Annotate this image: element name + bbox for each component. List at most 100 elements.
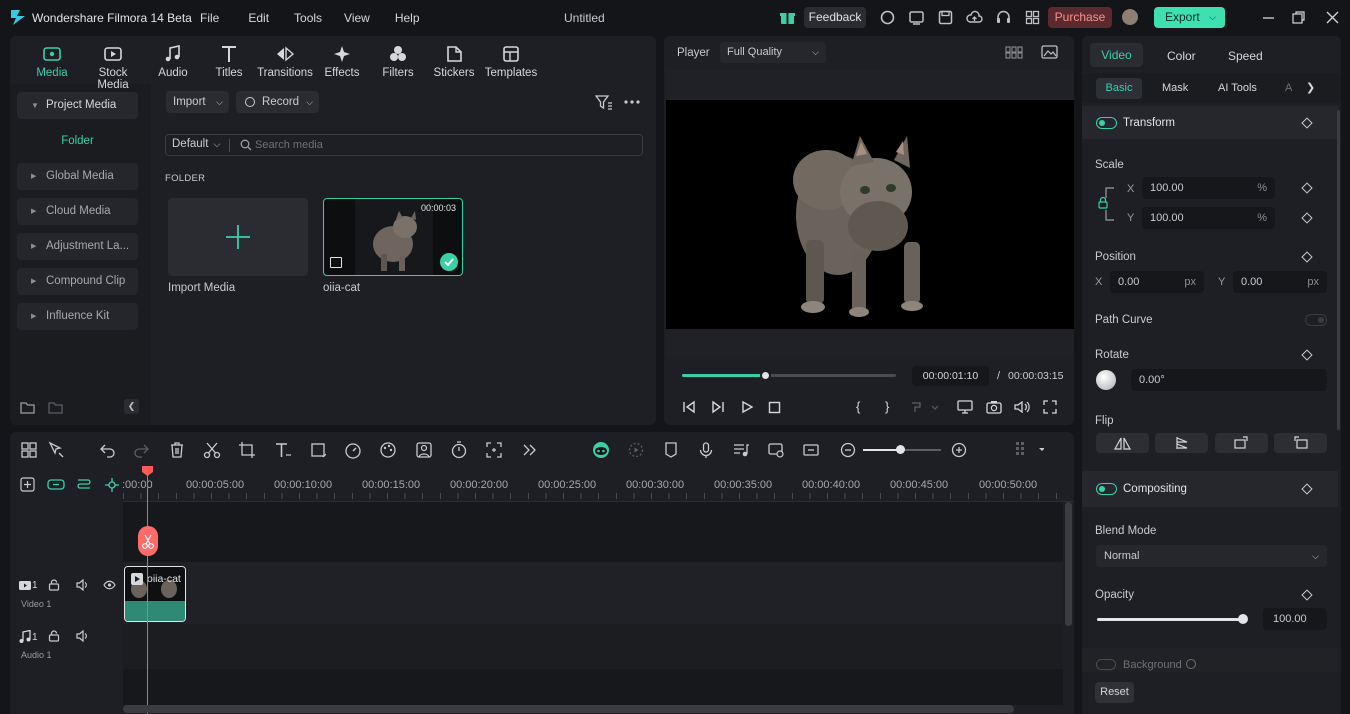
quality-dropdown[interactable]: Full Quality ⌵	[720, 42, 826, 63]
current-time-field[interactable]: 00:00:01:10	[912, 366, 989, 386]
zoom-out-icon[interactable]	[839, 441, 857, 459]
prop-tab-color[interactable]: Color	[1167, 49, 1196, 63]
monitor-icon[interactable]	[908, 9, 925, 26]
audio-mix-icon[interactable]	[732, 441, 750, 459]
scale-y-field[interactable]: 100.00%	[1142, 207, 1275, 229]
import-button[interactable]: Import ⌵	[166, 91, 229, 113]
lock-ratio-icon[interactable]	[1098, 185, 1116, 223]
lock-track-icon[interactable]	[48, 630, 60, 642]
menu-edit[interactable]: Edit	[248, 11, 269, 25]
subtab-more-truncated[interactable]: A	[1285, 82, 1292, 94]
rotate-clockwise-button[interactable]	[1215, 433, 1268, 453]
layout-grid-icon[interactable]	[20, 441, 38, 459]
restore-icon[interactable]	[1290, 9, 1307, 26]
collapse-sidebar-button[interactable]: ❮	[124, 399, 139, 414]
video-track-lane[interactable]	[123, 562, 1063, 624]
audio-track-lane[interactable]	[123, 624, 1063, 669]
crop-icon[interactable]	[238, 441, 256, 459]
chevron-down-icon[interactable]: ⌵	[1209, 7, 1216, 28]
help-icon[interactable]	[1186, 659, 1196, 669]
display-settings-icon[interactable]	[957, 400, 973, 414]
feedback-button[interactable]: Feedback	[804, 7, 866, 28]
new-folder-icon[interactable]	[20, 400, 35, 414]
timeline-horizontal-scrollbar[interactable]	[123, 705, 1014, 713]
minimize-icon[interactable]	[1260, 9, 1277, 26]
zoom-slider-handle[interactable]	[896, 445, 905, 454]
select-arrow-icon[interactable]	[47, 441, 65, 459]
delete-icon[interactable]	[168, 441, 186, 459]
save-icon[interactable]	[937, 9, 954, 26]
menu-view[interactable]: View	[344, 11, 370, 25]
insert-icon[interactable]	[911, 401, 939, 414]
rotate-dial[interactable]	[1096, 370, 1116, 390]
opacity-field[interactable]: 100.00	[1263, 608, 1327, 630]
redo-icon[interactable]	[133, 441, 151, 459]
mark-out-icon[interactable]: }	[885, 399, 889, 414]
reset-button[interactable]: Reset	[1095, 682, 1134, 703]
subtab-mask[interactable]: Mask	[1162, 82, 1188, 94]
add-track-icon[interactable]	[20, 477, 35, 492]
opacity-slider[interactable]	[1097, 614, 1248, 624]
import-media-tile[interactable]	[168, 198, 308, 276]
speed-icon[interactable]	[344, 441, 362, 459]
sidebar-item-project-media[interactable]: ▼ Project Media	[17, 92, 138, 119]
export-button[interactable]: Export ⌵	[1154, 7, 1225, 28]
tab-templates[interactable]: Templates	[481, 44, 541, 79]
sidebar-item-adjustment-layer[interactable]: ▶ Adjustment La...	[17, 233, 138, 260]
mute-track-icon[interactable]	[76, 579, 89, 591]
timeline-layout-icon[interactable]	[1012, 441, 1044, 459]
sidebar-item-global-media[interactable]: ▶ Global Media	[17, 163, 138, 190]
compositing-toggle[interactable]	[1096, 483, 1117, 495]
tab-stickers[interactable]: Stickers	[424, 44, 484, 79]
sort-dropdown[interactable]: Default ⌵	[172, 138, 220, 150]
play-icon[interactable]	[740, 400, 754, 414]
subtab-basic[interactable]: Basic	[1096, 78, 1142, 99]
magnetic-track-icon[interactable]	[76, 477, 92, 492]
sidebar-item-folder[interactable]: Folder	[17, 128, 138, 154]
headset-icon[interactable]	[995, 9, 1012, 26]
picture-in-picture-icon[interactable]	[802, 441, 820, 459]
cloud-upload-icon[interactable]	[966, 9, 983, 26]
opacity-slider-handle[interactable]	[1238, 614, 1248, 624]
timer-icon[interactable]	[450, 441, 468, 459]
ai-mate-icon[interactable]	[592, 441, 610, 459]
color-palette-icon[interactable]	[379, 441, 397, 459]
chevron-right-icon[interactable]: ❯	[1306, 81, 1315, 94]
timeline-clip-oiia-cat[interactable]: oiia-cat	[124, 566, 186, 622]
background-toggle[interactable]	[1096, 659, 1116, 670]
folder-action-icon[interactable]	[48, 400, 63, 414]
tab-stock-media[interactable]: Stock Media	[82, 44, 144, 91]
tab-transitions[interactable]: Transitions	[255, 44, 315, 79]
mute-track-icon[interactable]	[76, 630, 89, 642]
scale-x-field[interactable]: 100.00%	[1142, 177, 1275, 199]
tab-titles[interactable]: Titles	[199, 44, 259, 79]
purchase-button[interactable]: Purchase	[1048, 7, 1112, 28]
zoom-slider[interactable]	[863, 445, 941, 454]
sidebar-item-compound-clip[interactable]: ▶ Compound Clip	[17, 268, 138, 295]
tab-filters[interactable]: Filters	[368, 44, 428, 79]
lock-track-icon[interactable]	[48, 579, 60, 591]
close-icon[interactable]	[1324, 9, 1341, 26]
rotate-field[interactable]: 0.00°	[1131, 369, 1327, 391]
marker-icon[interactable]	[662, 441, 680, 459]
timeline-vertical-scrollbar[interactable]	[1065, 502, 1072, 626]
volume-icon[interactable]	[1014, 400, 1030, 414]
scissors-icon[interactable]	[203, 441, 221, 459]
position-y-field[interactable]: 0.00 px	[1233, 271, 1327, 293]
ai-portrait-icon[interactable]	[415, 441, 433, 459]
previous-frame-icon[interactable]	[682, 400, 696, 414]
properties-scrollbar[interactable]	[1337, 110, 1340, 430]
gift-icon[interactable]	[779, 9, 796, 26]
sidebar-item-cloud-media[interactable]: ▶ Cloud Media	[17, 198, 138, 225]
prop-tab-speed[interactable]: Speed	[1228, 49, 1263, 63]
rotate-counterclockwise-button[interactable]	[1274, 433, 1327, 453]
position-x-field[interactable]: 0.00 px	[1110, 271, 1204, 293]
tab-effects[interactable]: Effects	[312, 44, 372, 79]
render-preview-icon[interactable]	[627, 441, 645, 459]
stop-icon[interactable]	[768, 401, 781, 414]
search-input[interactable]	[255, 137, 635, 153]
playhead-line[interactable]	[147, 468, 148, 714]
mark-in-icon[interactable]: {	[856, 399, 860, 414]
auto-reframe-icon[interactable]	[485, 441, 503, 459]
prop-tab-video[interactable]: Video	[1090, 43, 1143, 67]
